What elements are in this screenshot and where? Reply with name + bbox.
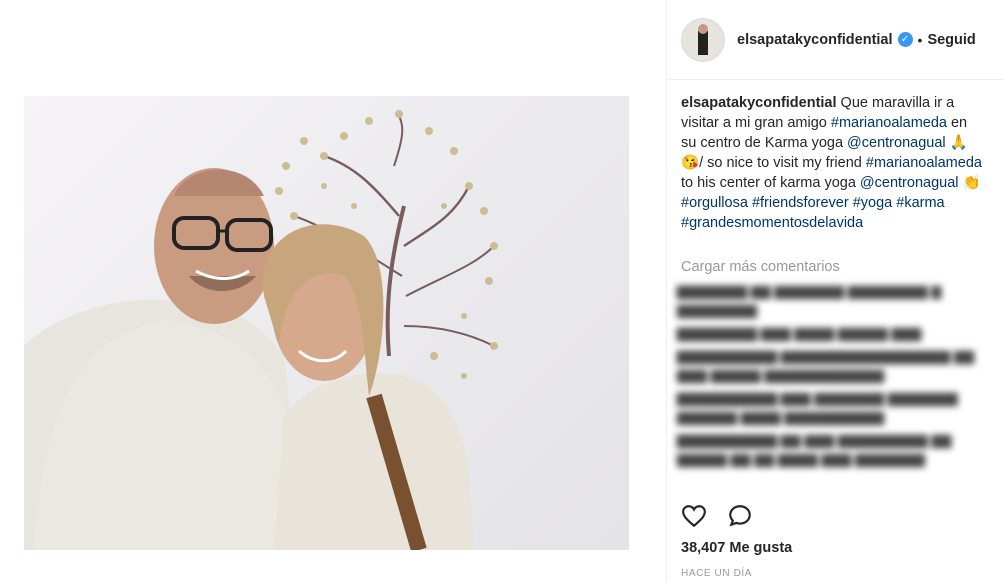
avatar[interactable] xyxy=(681,17,725,62)
caption-text: / so nice to visit my friend xyxy=(699,155,866,171)
hashtag-link[interactable]: #yoga xyxy=(853,195,893,211)
person-left xyxy=(24,168,304,550)
comment-icon[interactable] xyxy=(727,503,753,529)
post-photo[interactable] xyxy=(24,96,629,550)
caption-emoji: 👏 xyxy=(958,175,981,191)
likes-count[interactable]: 38,407 Me gusta xyxy=(681,540,792,556)
hashtag-link[interactable]: #friendsforever xyxy=(752,195,849,211)
caption-text: to his center of karma yoga xyxy=(681,175,860,191)
load-more-comments-link[interactable]: Cargar más comentarios xyxy=(681,259,840,275)
caption-username[interactable]: elsapatakyconfidential xyxy=(681,95,837,111)
mention-link[interactable]: @centronagual xyxy=(847,135,946,151)
post-header: elsapatakyconfidential ✓ • Seguid xyxy=(667,0,1003,80)
timestamp[interactable]: HACE UN DÍA xyxy=(681,568,752,579)
post-media-area xyxy=(0,0,666,582)
post-sidebar: elsapatakyconfidential ✓ • Seguid elsapa… xyxy=(666,0,1003,582)
person-right xyxy=(262,224,474,550)
post-caption: elsapatakyconfidential Que maravilla ir … xyxy=(681,93,986,233)
hashtag-link[interactable]: #marianoalameda xyxy=(866,155,982,171)
post-actions xyxy=(681,503,753,533)
blurred-comments: ▇▇▇▇▇▇▇ ▇▇ ▇▇▇▇▇▇▇ ▇▇▇▇▇▇▇▇ ▇ ▇▇▇▇▇▇▇▇ ▇… xyxy=(677,284,975,467)
follow-button[interactable]: Seguid xyxy=(927,32,975,48)
photo-illustration xyxy=(24,110,498,550)
username-link[interactable]: elsapatakyconfidential xyxy=(737,32,893,48)
hashtag-link[interactable]: #marianoalameda xyxy=(831,115,947,131)
separator-dot: • xyxy=(917,31,923,48)
hashtag-link[interactable]: #grandesmomentosdelavida xyxy=(681,215,863,231)
hashtag-link[interactable]: #karma xyxy=(896,195,944,211)
mention-link[interactable]: @centronagual xyxy=(860,175,959,191)
verified-badge-icon: ✓ xyxy=(897,32,913,47)
heart-icon[interactable] xyxy=(681,503,707,529)
hashtag-link[interactable]: #orgullosa xyxy=(681,195,748,211)
